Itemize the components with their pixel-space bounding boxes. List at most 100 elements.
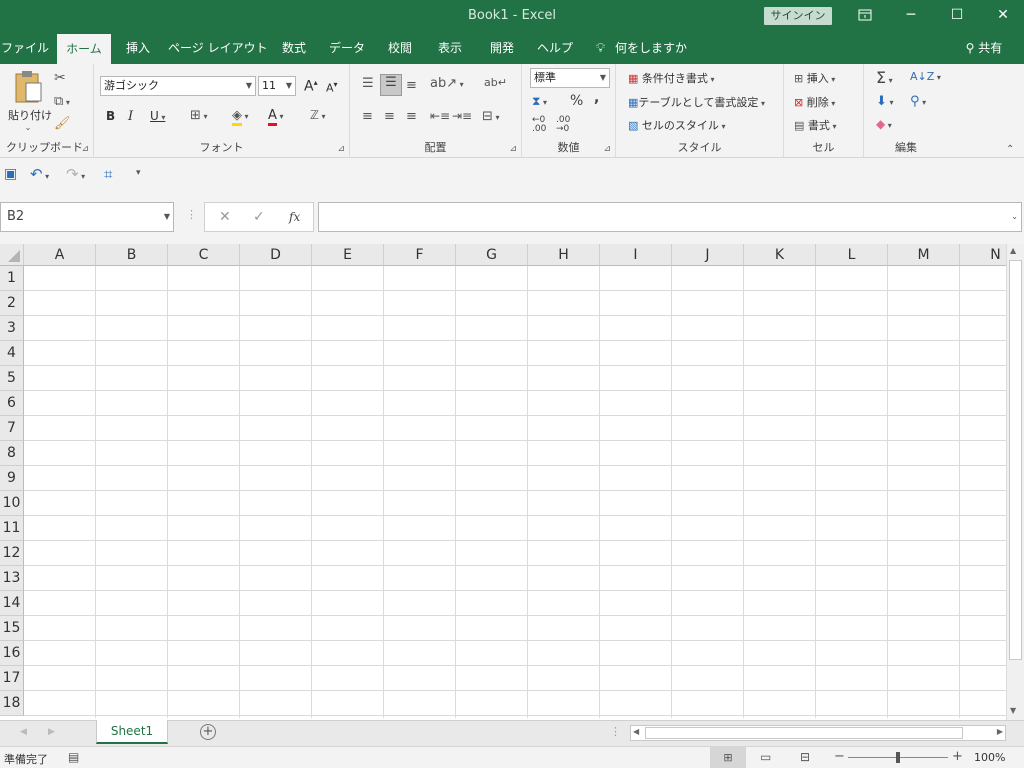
horizontal-scrollbar[interactable]: ◀ ▶ [630,725,1006,741]
close-button[interactable]: ✕ [980,0,1024,30]
zoom-out-button[interactable]: − [834,749,845,764]
italic-button[interactable]: I [128,109,133,124]
tab-view[interactable]: 表示 [430,34,470,64]
align-left-button[interactable]: ≡ [362,109,373,124]
next-sheet-icon[interactable]: ▶ [48,727,55,737]
find-select-button[interactable]: ⚲ ▾ [910,94,926,109]
cancel-icon[interactable]: ✕ [219,203,231,231]
share-button[interactable]: ⚲ 共有 [954,34,1014,64]
tab-page-layout[interactable]: ページ レイアウト [168,34,268,64]
decrease-indent-button[interactable]: ⇤≡ [430,109,450,123]
select-objects-button[interactable]: ⌗ [104,165,112,183]
tab-help[interactable]: ヘルプ [532,34,578,64]
row-header-17[interactable]: 17 [0,666,24,691]
font-name-select[interactable]: 游ゴシック ▼ [100,76,256,96]
scroll-up-icon[interactable]: ▲ [1010,246,1016,255]
column-header-l[interactable]: L [816,244,888,266]
page-break-view-button[interactable]: ⊟ [800,750,810,764]
font-color-button[interactable]: A ▾ [268,108,283,126]
sort-filter-button[interactable]: A↓Z ▾ [910,70,941,83]
select-all-button[interactable] [0,244,24,266]
dialog-launcher-icon[interactable]: ⊿ [509,144,517,154]
undo-button[interactable]: ↶ ▾ [30,165,49,183]
dialog-launcher-icon[interactable]: ⊿ [337,144,345,154]
top-align-button[interactable]: ☰ [362,76,374,91]
increase-indent-button[interactable]: ⇥≡ [452,109,472,123]
cut-button[interactable]: ✂ [54,70,66,86]
vertical-scroll-thumb[interactable] [1009,260,1022,660]
column-header-f[interactable]: F [384,244,456,266]
row-header-16[interactable]: 16 [0,641,24,666]
conditional-format-button[interactable]: ▦ 条件付き書式 ▾ [628,70,714,86]
column-header-j[interactable]: J [672,244,744,266]
zoom-slider[interactable] [848,752,948,763]
row-header-3[interactable]: 3 [0,316,24,341]
bottom-align-button[interactable]: ≡ [406,78,417,93]
page-layout-view-button[interactable]: ▭ [760,750,771,764]
format-painter-button[interactable]: 🖌︎ [54,116,71,131]
name-box[interactable]: B2 ▼ [0,202,174,232]
zoom-in-button[interactable]: + [952,749,963,764]
fill-color-button[interactable]: ◈ ▾ [232,108,249,126]
enter-icon[interactable]: ✓ [253,203,265,231]
comma-button[interactable]: , [594,90,599,106]
tab-file[interactable]: ファイル [0,34,50,64]
new-sheet-button[interactable]: + [200,724,216,740]
align-right-button[interactable]: ≡ [406,109,417,124]
grow-font-button[interactable]: A▴ [304,78,318,95]
column-header-c[interactable]: C [168,244,240,266]
phonetic-button[interactable]: ℤ ▾ [310,108,326,122]
vertical-scrollbar[interactable]: ▲ ▼ [1006,244,1024,720]
row-header-4[interactable]: 4 [0,341,24,366]
underline-button[interactable]: U ▾ [150,109,165,123]
font-size-select[interactable]: 11 ▼ [258,76,296,96]
scroll-right-icon[interactable]: ▶ [997,727,1003,736]
scroll-down-icon[interactable]: ▼ [1010,706,1016,715]
currency-button[interactable]: ⧗ ▾ [532,94,547,109]
tab-data[interactable]: データ [324,34,370,64]
clear-button[interactable]: ◆ ▾ [876,117,892,131]
tab-home[interactable]: ホーム [57,34,111,64]
row-header-15[interactable]: 15 [0,616,24,641]
zoom-slider-thumb[interactable] [896,752,900,763]
customize-qat-button[interactable]: ▾ [136,168,141,178]
shrink-font-button[interactable]: A▾ [326,80,338,95]
tab-insert[interactable]: 挿入 [118,34,158,64]
format-as-table-button[interactable]: ▦テーブルとして書式設定 ▾ [628,94,765,110]
format-cells-button[interactable]: ▤ 書式 ▾ [794,117,836,133]
orientation-button[interactable]: ab↗ ▾ [430,76,464,91]
insert-cells-button[interactable]: ⊞ 挿入 ▾ [794,70,835,86]
formula-input[interactable]: ⌄ [318,202,1022,232]
column-header-e[interactable]: E [312,244,384,266]
autosum-button[interactable]: Σ ▾ [876,68,893,87]
macro-record-icon[interactable]: ▤ [68,750,79,764]
bold-button[interactable]: B [106,109,115,123]
copy-button[interactable]: ⧉ ▾ [54,94,70,109]
tab-split-grip-icon[interactable]: ⋮ [610,725,621,738]
scroll-left-icon[interactable]: ◀ [633,727,639,736]
row-header-1[interactable]: 1 [0,266,24,291]
align-center-button[interactable]: ≡ [384,109,395,124]
zoom-level[interactable]: 100% [974,751,1005,764]
column-header-n[interactable]: N [960,244,1008,266]
row-header-12[interactable]: 12 [0,541,24,566]
prev-sheet-icon[interactable]: ◀ [20,727,27,737]
dialog-launcher-icon[interactable]: ⊿ [81,144,89,154]
ribbon-display-button[interactable] [842,0,888,30]
minimize-button[interactable]: ─ [888,0,934,30]
row-header-14[interactable]: 14 [0,591,24,616]
row-header-10[interactable]: 10 [0,491,24,516]
redo-button[interactable]: ↷ ▾ [66,165,85,183]
increase-decimal-button[interactable]: ←0.00 [532,116,546,134]
number-format-select[interactable]: 標準 ▼ [530,68,610,88]
wrap-text-button[interactable]: ab↵ [484,76,507,89]
delete-cells-button[interactable]: ⊠ 削除 ▾ [794,94,835,110]
column-header-k[interactable]: K [744,244,816,266]
tab-formulas[interactable]: 数式 [274,34,314,64]
row-header-13[interactable]: 13 [0,566,24,591]
percent-button[interactable]: % [570,93,583,109]
column-header-m[interactable]: M [888,244,960,266]
save-button[interactable]: ▣ [4,166,17,182]
row-header-11[interactable]: 11 [0,516,24,541]
row-header-5[interactable]: 5 [0,366,24,391]
